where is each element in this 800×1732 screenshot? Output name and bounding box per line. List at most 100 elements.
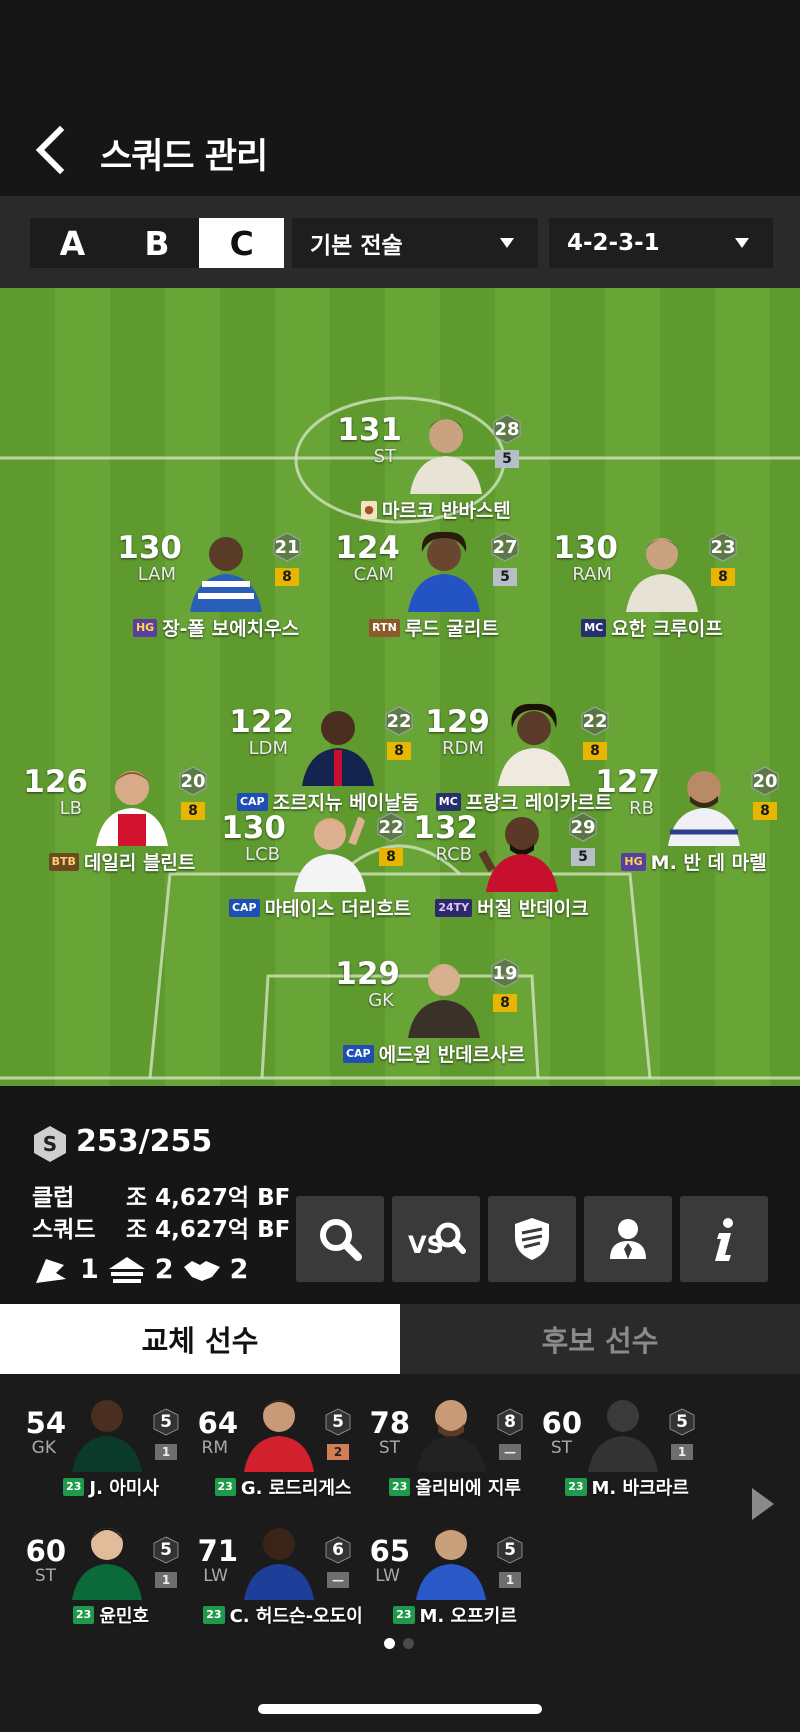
player-ovr: 78: [369, 1406, 410, 1440]
season-badge-icon: CAP: [228, 898, 260, 917]
next-page-arrow-icon[interactable]: [752, 1488, 774, 1520]
page-title: 스쿼드 관리: [100, 137, 268, 177]
page-dot[interactable]: [403, 1638, 414, 1649]
team-color-hex-icon: 21: [272, 532, 302, 562]
player-position: GK: [31, 1438, 56, 1458]
home-indicator[interactable]: [258, 1704, 542, 1714]
bench-player-card[interactable]: 65 LW 5 1 23 M. 오프키르: [350, 1502, 523, 1627]
player-position: LCB: [245, 844, 280, 865]
search-icon: [320, 1219, 362, 1261]
player-position: ST: [373, 446, 396, 467]
chevron-down-icon: [500, 238, 514, 248]
squad-label: 스쿼드: [32, 1217, 96, 1243]
chemistry-row: 1 2 2: [32, 1254, 248, 1285]
chem-team-count: 1: [80, 1254, 99, 1285]
player-portrait: [400, 950, 488, 1038]
info-icon: [715, 1218, 733, 1261]
salary-cap-value: 253/255: [76, 1124, 213, 1159]
upgrade-grade: 1: [155, 1572, 177, 1588]
player-portrait: [286, 804, 374, 892]
team-color-hex-icon: 22: [580, 706, 610, 736]
player-card-st[interactable]: 131 ST 28 5 ● 마르코 반바스텐: [316, 406, 556, 526]
player-name: 마르코 반바스텐: [381, 500, 511, 522]
bench-player-card[interactable]: 78 ST 8 — 23 올리비에 지루: [350, 1374, 523, 1499]
bench-player-card[interactable]: 64 RM 5 2 23 G. 로드리게스: [178, 1374, 352, 1499]
player-ovr: 132: [413, 810, 478, 846]
player-portrait: [64, 1386, 150, 1472]
manager-icon: [610, 1219, 646, 1259]
team-color-hex-icon: 6: [324, 1536, 352, 1564]
upgrade-grade: 2: [327, 1444, 349, 1460]
tab-reserves[interactable]: 후보 선수: [400, 1304, 800, 1374]
player-card-rcb[interactable]: 132 RCB 29 5 24TY 버질 반데이크: [392, 804, 632, 924]
player-card-ram[interactable]: 130 RAM 23 8 MC 요한 크루이프: [532, 524, 772, 644]
player-name: 데일리 블린트: [83, 852, 196, 874]
player-position: RDM: [442, 738, 484, 759]
upgrade-grade: 1: [155, 1444, 177, 1460]
player-ovr: 60: [541, 1406, 582, 1440]
player-portrait: [182, 524, 270, 612]
player-name: 마테이스 더리흐트: [264, 898, 412, 920]
team-color-hex-icon: 5: [152, 1408, 180, 1436]
tab-substitutes[interactable]: 교체 선수: [0, 1304, 400, 1374]
upgrade-grade: 8: [493, 994, 517, 1012]
team-emblem-button[interactable]: [488, 1196, 576, 1282]
season-badge-icon: 23: [389, 1478, 411, 1496]
compare-button[interactable]: VS: [392, 1196, 480, 1282]
squad-tab-b[interactable]: B: [115, 218, 200, 268]
player-portrait: [402, 406, 490, 494]
player-position: RM: [201, 1438, 228, 1458]
squad-tab-a[interactable]: A: [30, 218, 115, 268]
search-button[interactable]: [296, 1196, 384, 1282]
page-dot-active[interactable]: [384, 1638, 395, 1649]
player-ovr: 64: [197, 1406, 238, 1440]
player-name: 에드윈 반데르사르: [378, 1044, 526, 1066]
season-badge-icon: MC: [581, 618, 607, 637]
upgrade-arrow-icon: [108, 1256, 145, 1283]
tactic-dropdown[interactable]: 기본 전술: [292, 218, 538, 268]
player-position: LAM: [137, 564, 176, 585]
player-position: ST: [34, 1566, 56, 1586]
upgrade-grade: 1: [671, 1444, 693, 1460]
season-badge-icon: RTN: [369, 618, 400, 637]
back-arrow-icon[interactable]: [30, 122, 74, 178]
player-name: 올리비에 지루: [415, 1478, 521, 1499]
player-name: M. 바크라르: [591, 1478, 689, 1499]
season-badge-icon: CAP: [342, 1044, 374, 1063]
player-portrait: [478, 804, 566, 892]
squad-toolbar: A B C 기본 전술 4-2-3-1: [0, 196, 800, 288]
player-card-lam[interactable]: 130 LAM 21 8 HG 장-폴 보에치우스: [96, 524, 336, 644]
bench-player-card[interactable]: 60 ST 5 1 23 M. 바크라르: [522, 1374, 696, 1499]
player-name: 윤민호: [99, 1606, 149, 1627]
season-badge-icon: ●: [361, 500, 377, 519]
handshake-icon: [183, 1260, 220, 1281]
player-ovr: 127: [595, 764, 660, 800]
bench-player-card[interactable]: 71 LW 6 — 23 C. 허드슨-오도이: [178, 1502, 363, 1627]
player-ovr: 54: [25, 1406, 66, 1440]
team-color-hex-icon: 5: [668, 1408, 696, 1436]
season-badge-icon: 23: [565, 1478, 587, 1496]
player-card-cam[interactable]: 124 CAM 27 5 RTN 루드 굴리트: [314, 524, 554, 644]
season-badge-icon: BTB: [48, 852, 79, 871]
upgrade-grade: 5: [495, 450, 519, 468]
bench-list: 54 GK 5 1 23 J. 아미사 64 RM 5 2 23 G. 로드리게스 …: [0, 1374, 800, 1732]
player-name: 버질 반데이크: [477, 898, 589, 920]
formation-dropdown[interactable]: 4-2-3-1: [549, 218, 773, 268]
bench-player-card[interactable]: 54 GK 5 1 23 J. 아미사: [6, 1374, 180, 1499]
manager-button[interactable]: [584, 1196, 672, 1282]
player-name: J. 아미사: [89, 1478, 159, 1499]
team-color-hex-icon: 28: [492, 414, 522, 444]
upgrade-grade: —: [327, 1572, 349, 1588]
info-button[interactable]: [680, 1196, 768, 1282]
team-color-hex-icon: 23: [708, 532, 738, 562]
squad-tab-c[interactable]: C: [199, 218, 285, 268]
player-ovr: 124: [335, 530, 400, 566]
player-card-gk[interactable]: 129 GK 19 8 CAP 에드윈 반데르사르: [314, 950, 554, 1070]
page-indicator: [384, 1638, 414, 1649]
team-color-flag-icon: [36, 1258, 66, 1283]
bench-player-card[interactable]: 60 ST 5 1 23 윤민호: [6, 1502, 179, 1627]
upgrade-grade: 5: [571, 848, 595, 866]
player-ovr: 131: [337, 412, 402, 448]
team-color-hex-icon: 27: [490, 532, 520, 562]
chem-upgrade-count: 2: [154, 1254, 174, 1285]
